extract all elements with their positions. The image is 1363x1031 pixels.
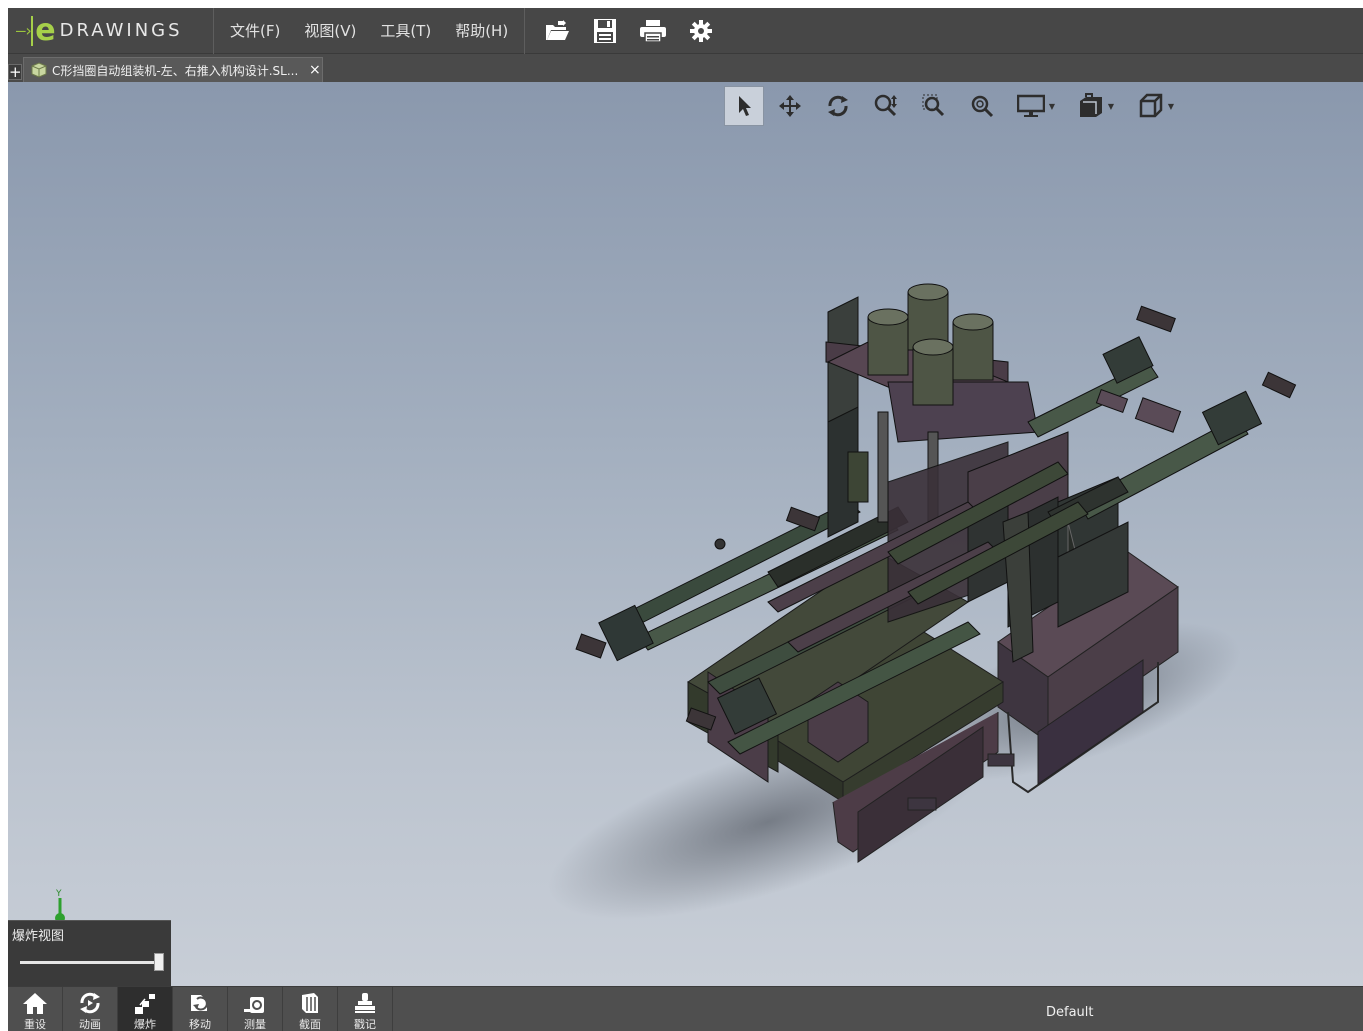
menu-view[interactable]: 视图(V) bbox=[292, 20, 368, 41]
document-tab-title: C形挡圈自动组装机-左、右推入机构设计.SL... bbox=[52, 63, 299, 78]
home-icon bbox=[23, 993, 47, 1014]
animate-label: 动画 bbox=[79, 1018, 101, 1031]
stamp-button[interactable]: 戳记 bbox=[338, 987, 393, 1031]
top-bar: —› e DRAWINGS 文件(F) 视图(V) 工具(T) 帮助(H) bbox=[8, 7, 1363, 54]
menu-bar: 文件(F) 视图(V) 工具(T) 帮助(H) bbox=[214, 7, 526, 54]
configuration-name[interactable]: Default bbox=[1046, 1005, 1094, 1020]
settings-button[interactable] bbox=[679, 11, 723, 51]
document-tab-bar: + C形挡圈自动组装机-左、右推入机构设计.SL... × bbox=[8, 55, 1363, 82]
edrawings-window: —› e DRAWINGS 文件(F) 视图(V) 工具(T) 帮助(H) + … bbox=[8, 7, 1363, 1031]
explode-slider-track[interactable] bbox=[20, 961, 160, 964]
explode-slider-thumb[interactable] bbox=[154, 953, 164, 971]
close-tab-button[interactable]: × bbox=[309, 62, 321, 78]
logo-text: DRAWINGS bbox=[59, 20, 183, 41]
add-tab-button[interactable]: + bbox=[8, 64, 22, 80]
explode-icon bbox=[135, 994, 155, 1014]
explode-button[interactable]: 爆炸 bbox=[118, 987, 173, 1031]
logo-letter: e bbox=[31, 15, 56, 46]
exploded-assembly-model[interactable] bbox=[8, 82, 1363, 986]
section-button[interactable]: 截面 bbox=[283, 987, 338, 1031]
animate-button[interactable]: 动画 bbox=[63, 987, 118, 1031]
settings-gear-icon bbox=[690, 19, 713, 42]
open-folder-icon bbox=[546, 19, 570, 40]
window-left-edge bbox=[0, 0, 8, 1031]
explode-view-label: 爆炸视图 bbox=[12, 929, 65, 944]
move-label: 移动 bbox=[189, 1018, 211, 1031]
explode-view-panel: 爆炸视图 bbox=[8, 920, 171, 986]
reset-label: 重设 bbox=[24, 1018, 46, 1031]
save-button[interactable] bbox=[583, 11, 627, 51]
logo-arrow-icon: —› bbox=[16, 21, 33, 40]
move-icon bbox=[191, 995, 208, 1011]
measure-label: 测量 bbox=[244, 1018, 266, 1031]
assembly-file-icon bbox=[31, 62, 47, 78]
triad-y-label: Y bbox=[55, 889, 62, 899]
file-toolbar bbox=[525, 8, 727, 54]
measure-icon bbox=[244, 997, 264, 1013]
document-tab[interactable]: C形挡圈自动组装机-左、右推入机构设计.SL... × bbox=[23, 57, 323, 82]
animate-icon bbox=[80, 992, 100, 1014]
print-button[interactable] bbox=[631, 11, 675, 51]
menu-help[interactable]: 帮助(H) bbox=[443, 20, 520, 41]
open-button[interactable] bbox=[535, 11, 579, 51]
stamp-icon bbox=[355, 993, 375, 1013]
menu-file[interactable]: 文件(F) bbox=[218, 20, 292, 41]
section-icon bbox=[302, 993, 318, 1013]
measure-button[interactable]: 测量 bbox=[228, 987, 283, 1031]
print-icon bbox=[640, 19, 667, 43]
save-icon bbox=[594, 18, 617, 43]
edrawings-logo: —› e DRAWINGS bbox=[8, 7, 214, 54]
stamp-label: 戳记 bbox=[354, 1018, 376, 1031]
menu-tools[interactable]: 工具(T) bbox=[368, 20, 443, 41]
model-viewport[interactable]: ▼ ▼ ▼ Y 爆炸视图 bbox=[8, 82, 1363, 986]
reset-button[interactable]: 重设 bbox=[8, 987, 63, 1031]
move-button[interactable]: 移动 bbox=[173, 987, 228, 1031]
section-label: 截面 bbox=[299, 1018, 321, 1031]
explode-label: 爆炸 bbox=[134, 1018, 156, 1031]
bottom-toolbar: 重设 动画 爆炸 移动 测量 截面 戳记 Default bbox=[8, 986, 1363, 1031]
